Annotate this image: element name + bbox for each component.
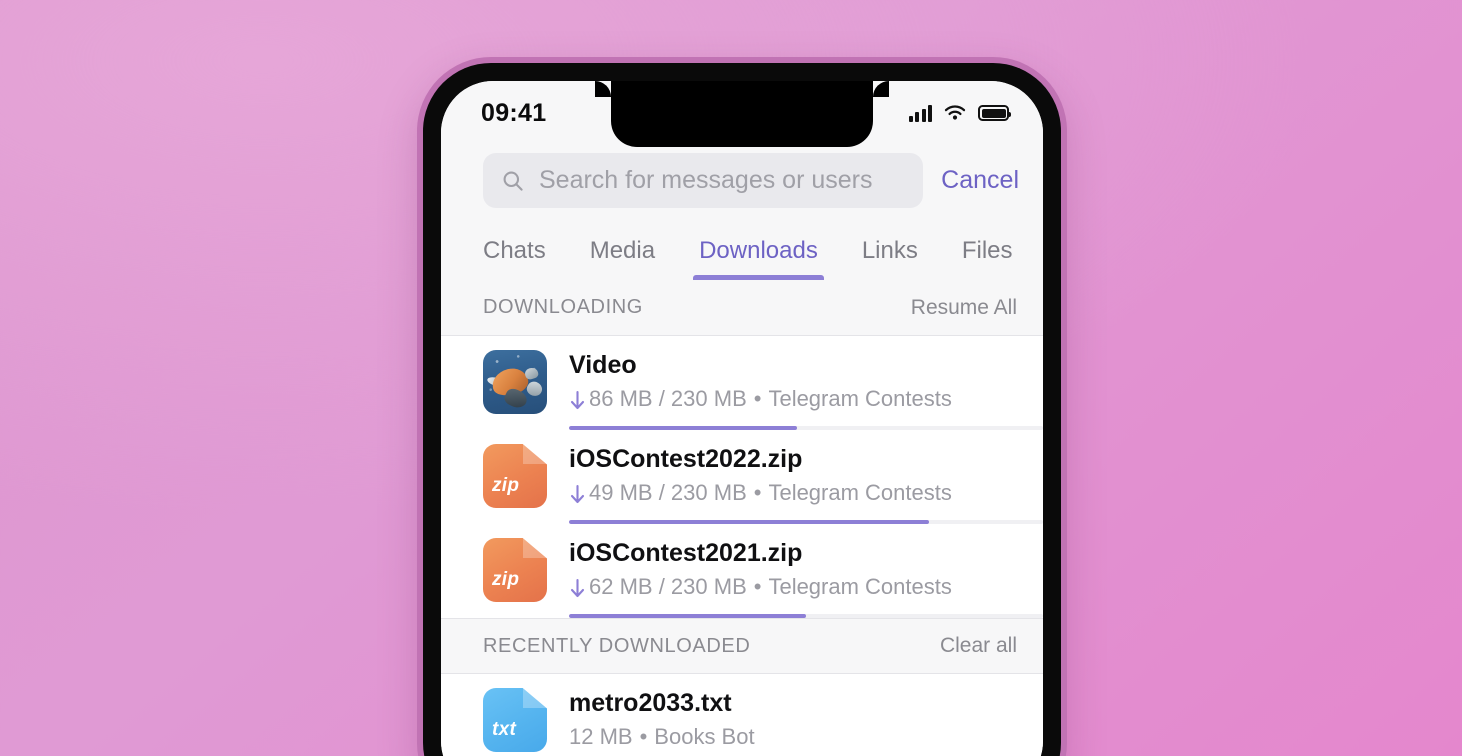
phone-screen: 09:41 Search for messages or users Cance… [441, 81, 1043, 756]
resume-all-button[interactable]: Resume All [911, 296, 1017, 320]
file-meta: 12 MB • Books Bot [569, 724, 1017, 750]
file-source: Telegram Contests [768, 480, 952, 505]
section-title: DOWNLOADING [483, 296, 643, 318]
file-meta: 49 MB / 230 MB • Telegram Contests [569, 480, 1017, 506]
status-bar: 09:41 [441, 81, 1043, 149]
download-row-ioscontest2022[interactable]: zip iOSContest2022.zip 49 MB / 230 MB • [441, 430, 1043, 524]
file-name: metro2033.txt [569, 689, 732, 717]
progress-text: 49 MB / 230 MB [589, 480, 747, 505]
download-row-metro2033[interactable]: txt metro2033.txt 12 MB • Books Bot [441, 674, 1043, 756]
download-arrow-icon [570, 484, 585, 504]
download-arrow-icon [570, 578, 585, 598]
video-thumbnail-turtle [483, 350, 547, 414]
file-extension-label: zip [492, 475, 520, 496]
section-header-downloading: DOWNLOADING Resume All [441, 280, 1043, 336]
file-size: 12 MB [569, 724, 633, 749]
tab-chats[interactable]: Chats [483, 222, 568, 280]
file-extension-label: txt [492, 719, 517, 740]
file-name: iOSContest2021.zip [569, 539, 803, 567]
file-extension-label: zip [492, 569, 520, 590]
file-name: iOSContest2022.zip [569, 445, 803, 473]
file-meta: 62 MB / 230 MB • Telegram Contests [569, 574, 1017, 600]
progress-bar [569, 614, 1043, 618]
status-bar-clock: 09:41 [481, 98, 547, 127]
tab-links[interactable]: Links [840, 222, 940, 280]
progress-text: 86 MB / 230 MB [589, 386, 747, 411]
section-header-recently-downloaded: RECENTLY DOWNLOADED Clear all [441, 618, 1043, 674]
phone-mockup: 09:41 Search for messages or users Cance… [417, 57, 1067, 756]
clear-all-button[interactable]: Clear all [940, 634, 1017, 658]
tab-downloads[interactable]: Downloads [677, 222, 840, 280]
display-notch [595, 81, 889, 147]
download-arrow-icon [570, 390, 585, 410]
zip-file-icon: zip [483, 444, 547, 508]
progress-text: 62 MB / 230 MB [589, 574, 747, 599]
file-meta: 86 MB / 230 MB • Telegram Contests [569, 386, 1017, 412]
search-placeholder: Search for messages or users [539, 166, 873, 194]
txt-file-icon: txt [483, 688, 547, 752]
cancel-button[interactable]: Cancel [941, 166, 1019, 195]
file-source: Telegram Contests [768, 386, 952, 411]
status-bar-indicators [908, 104, 1011, 122]
downloads-list: DOWNLOADING Resume All Video 86 MB / 230… [441, 280, 1043, 756]
battery-full-icon [978, 105, 1011, 121]
tab-files[interactable]: Files [940, 222, 1035, 280]
meta-separator: • [753, 386, 762, 411]
wifi-icon [944, 105, 966, 120]
phone-bezel: 09:41 Search for messages or users Cance… [423, 63, 1061, 756]
file-source: Telegram Contests [768, 574, 952, 599]
cellular-signal-icon [908, 104, 932, 122]
file-source: Books Bot [654, 724, 755, 749]
tab-music[interactable]: Music [1035, 222, 1043, 280]
meta-separator: • [639, 724, 648, 749]
tab-bar: Chats Media Downloads Links Files Music [441, 222, 1043, 280]
download-row-video[interactable]: Video 86 MB / 230 MB • Telegram Contests [441, 336, 1043, 430]
search-bar: Search for messages or users Cancel [441, 149, 1043, 222]
progress-fill [569, 614, 806, 618]
file-name: Video [569, 351, 637, 379]
section-title: RECENTLY DOWNLOADED [483, 634, 751, 657]
search-input[interactable]: Search for messages or users [483, 153, 924, 208]
search-icon [503, 171, 523, 191]
meta-separator: • [753, 480, 762, 505]
meta-separator: • [753, 574, 762, 599]
zip-file-icon: zip [483, 538, 547, 602]
download-row-ioscontest2021[interactable]: zip iOSContest2021.zip 62 MB / 230 MB • [441, 524, 1043, 618]
tab-media[interactable]: Media [568, 222, 677, 280]
